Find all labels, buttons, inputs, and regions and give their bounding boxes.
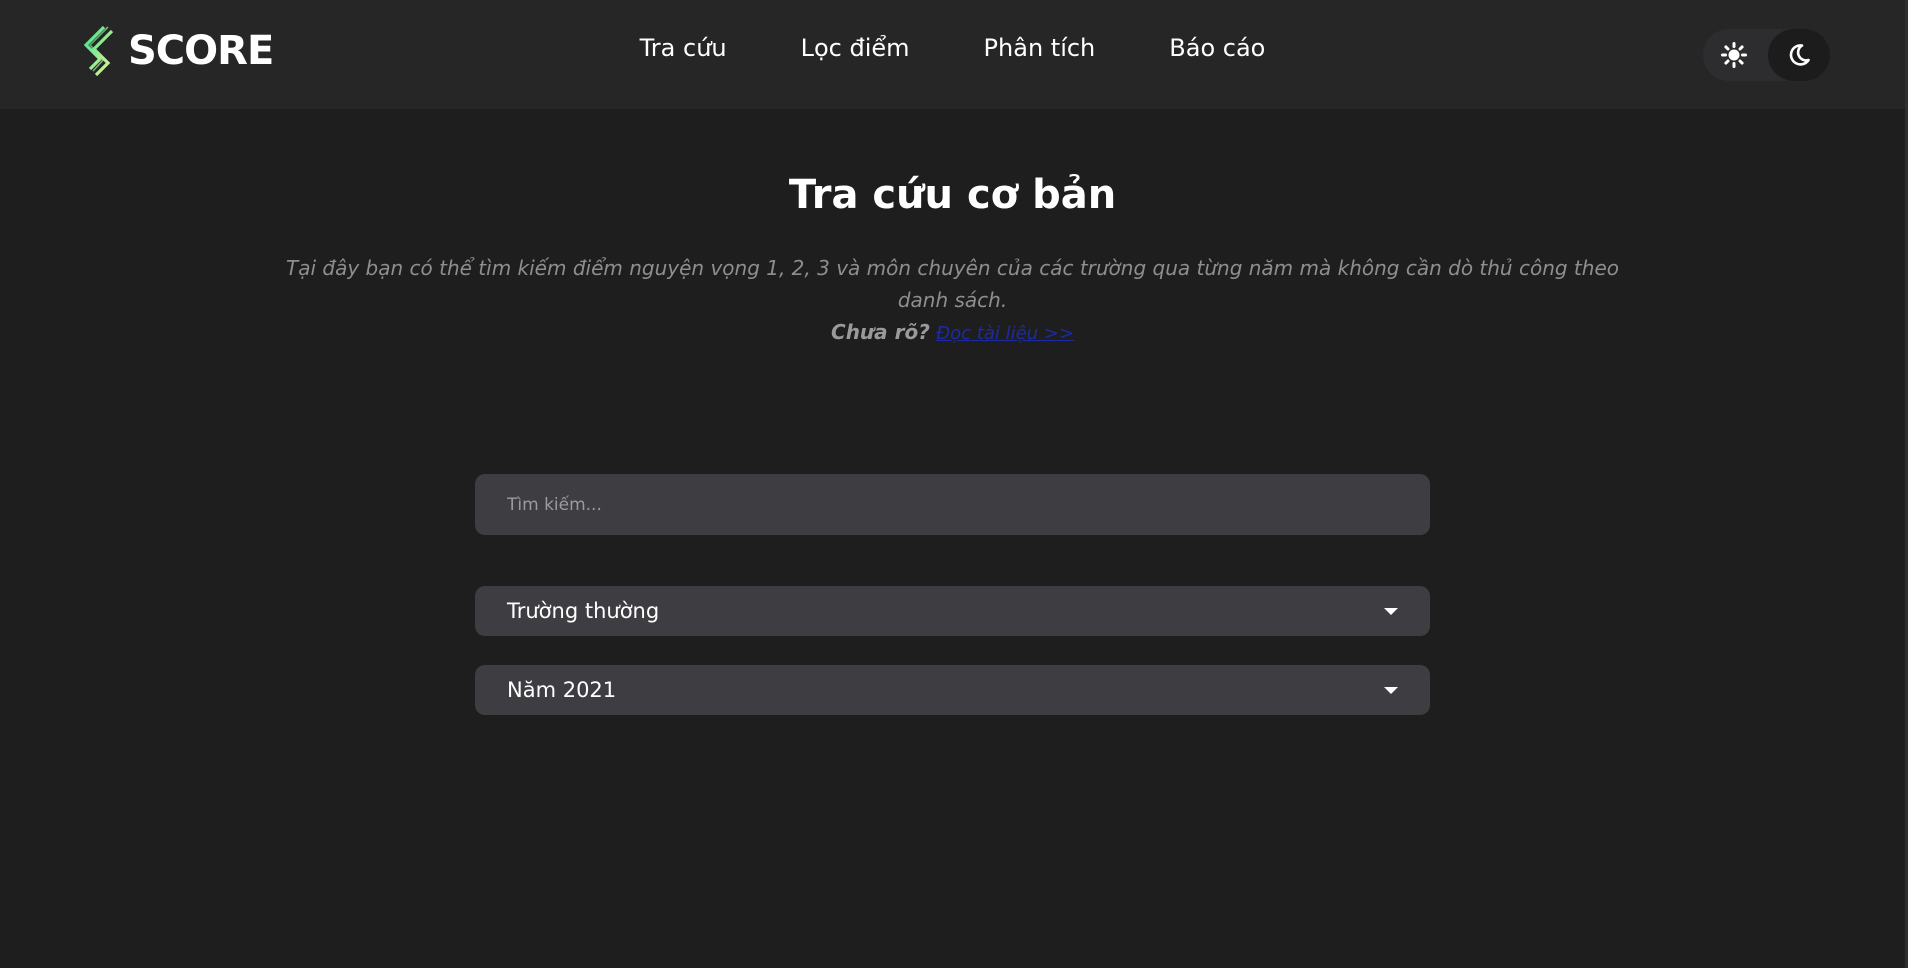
dark-mode-button[interactable] (1768, 29, 1830, 81)
chevron-down-icon (1384, 607, 1398, 615)
search-input[interactable] (475, 474, 1430, 535)
nav-item-tra-cuu[interactable]: Tra cứu (603, 28, 764, 68)
docs-link[interactable]: Đọc tài liệu >> (936, 323, 1074, 344)
nav-item-phan-tich[interactable]: Phân tích (947, 28, 1133, 68)
school-type-select[interactable]: Trường thường (475, 586, 1430, 636)
nav-item-loc-diem[interactable]: Lọc điểm (764, 28, 947, 68)
moon-icon (1789, 44, 1810, 66)
main-nav: Tra cứu Lọc điểm Phân tích Báo cáo (0, 28, 1905, 68)
school-type-value: Trường thường (507, 599, 660, 623)
top-navbar: SCORE Tra cứu Lọc điểm Phân tích Báo cáo (0, 0, 1905, 109)
theme-toggle (1703, 29, 1830, 81)
page-title: Tra cứu cơ bản (788, 172, 1117, 218)
page-description: Tại đây bạn có thể tìm kiếm điểm nguyện … (286, 256, 1619, 312)
year-value: Năm 2021 (507, 678, 617, 702)
nav-item-bao-cao[interactable]: Báo cáo (1132, 28, 1302, 68)
help-prefix: Chưa rõ? (831, 320, 930, 344)
year-select[interactable]: Năm 2021 (475, 665, 1430, 715)
light-mode-button[interactable] (1703, 29, 1765, 81)
page: SCORE Tra cứu Lọc điểm Phân tích Báo cáo (0, 0, 1908, 968)
sun-icon (1721, 42, 1747, 68)
chevron-down-icon (1384, 686, 1398, 694)
help-line: Chưa rõ? Đọc tài liệu >> (0, 316, 1905, 350)
